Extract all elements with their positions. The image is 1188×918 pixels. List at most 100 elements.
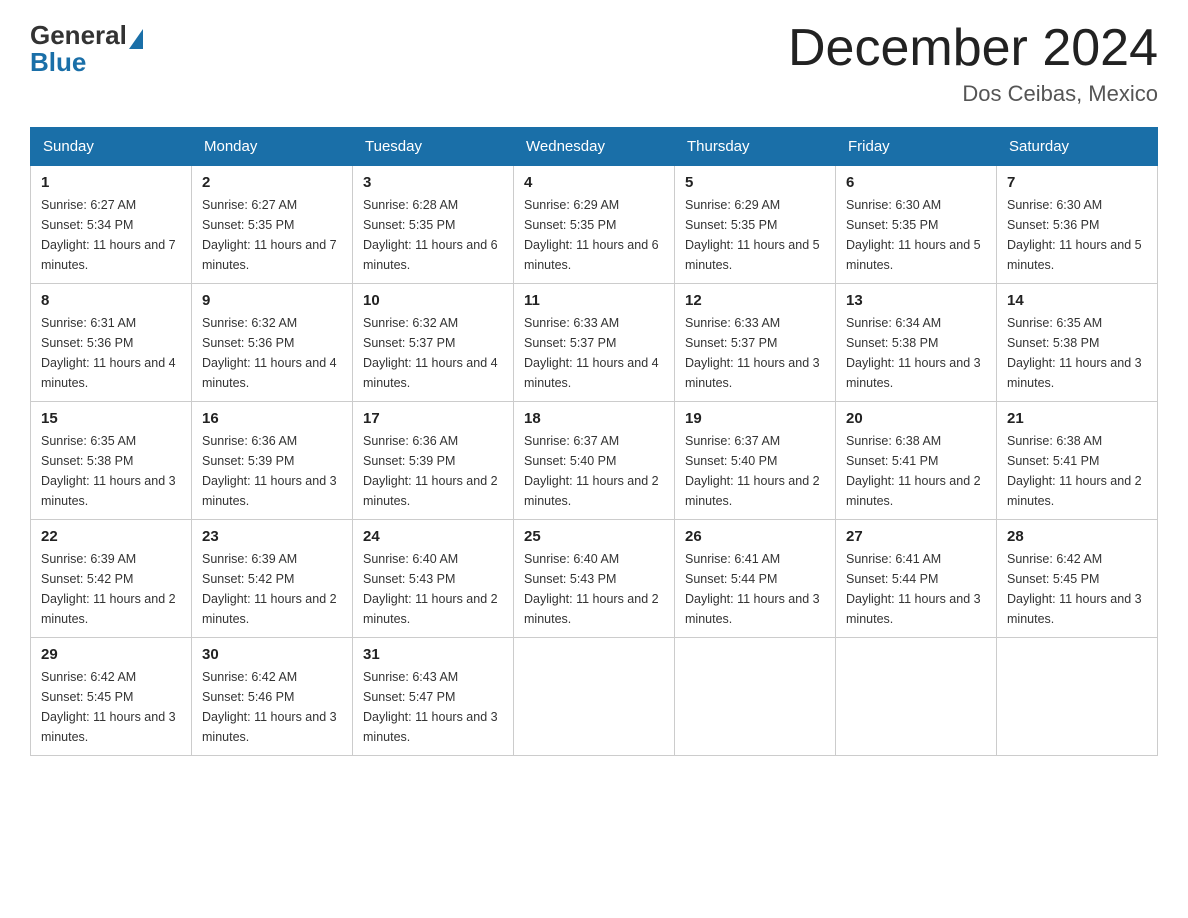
day-number: 14 xyxy=(1007,292,1147,309)
day-info: Sunrise: 6:33 AMSunset: 5:37 PMDaylight:… xyxy=(685,313,825,393)
day-info: Sunrise: 6:40 AMSunset: 5:43 PMDaylight:… xyxy=(363,549,503,629)
day-number: 3 xyxy=(363,174,503,191)
calendar-cell: 12 Sunrise: 6:33 AMSunset: 5:37 PMDaylig… xyxy=(675,284,836,402)
day-info: Sunrise: 6:38 AMSunset: 5:41 PMDaylight:… xyxy=(1007,431,1147,511)
calendar-cell: 22 Sunrise: 6:39 AMSunset: 5:42 PMDaylig… xyxy=(31,520,192,638)
calendar-cell: 5 Sunrise: 6:29 AMSunset: 5:35 PMDayligh… xyxy=(675,166,836,284)
calendar-header-thursday: Thursday xyxy=(675,128,836,166)
calendar-cell xyxy=(836,638,997,756)
day-number: 5 xyxy=(685,174,825,191)
calendar-cell xyxy=(997,638,1158,756)
day-info: Sunrise: 6:39 AMSunset: 5:42 PMDaylight:… xyxy=(41,549,181,629)
day-number: 8 xyxy=(41,292,181,309)
calendar-week-row-3: 15 Sunrise: 6:35 AMSunset: 5:38 PMDaylig… xyxy=(31,402,1158,520)
day-info: Sunrise: 6:33 AMSunset: 5:37 PMDaylight:… xyxy=(524,313,664,393)
calendar-week-row-1: 1 Sunrise: 6:27 AMSunset: 5:34 PMDayligh… xyxy=(31,166,1158,284)
day-number: 10 xyxy=(363,292,503,309)
day-number: 22 xyxy=(41,528,181,545)
day-info: Sunrise: 6:32 AMSunset: 5:37 PMDaylight:… xyxy=(363,313,503,393)
day-info: Sunrise: 6:40 AMSunset: 5:43 PMDaylight:… xyxy=(524,549,664,629)
calendar-week-row-2: 8 Sunrise: 6:31 AMSunset: 5:36 PMDayligh… xyxy=(31,284,1158,402)
day-number: 6 xyxy=(846,174,986,191)
day-info: Sunrise: 6:30 AMSunset: 5:36 PMDaylight:… xyxy=(1007,195,1147,275)
calendar-title: December 2024 xyxy=(788,20,1158,77)
calendar-cell: 29 Sunrise: 6:42 AMSunset: 5:45 PMDaylig… xyxy=(31,638,192,756)
day-info: Sunrise: 6:42 AMSunset: 5:45 PMDaylight:… xyxy=(41,667,181,747)
title-section: December 2024 Dos Ceibas, Mexico xyxy=(788,20,1158,107)
day-number: 24 xyxy=(363,528,503,545)
day-info: Sunrise: 6:41 AMSunset: 5:44 PMDaylight:… xyxy=(846,549,986,629)
day-number: 31 xyxy=(363,646,503,663)
day-info: Sunrise: 6:36 AMSunset: 5:39 PMDaylight:… xyxy=(202,431,342,511)
calendar-header-row: SundayMondayTuesdayWednesdayThursdayFrid… xyxy=(31,128,1158,166)
day-info: Sunrise: 6:28 AMSunset: 5:35 PMDaylight:… xyxy=(363,195,503,275)
calendar-cell: 19 Sunrise: 6:37 AMSunset: 5:40 PMDaylig… xyxy=(675,402,836,520)
day-info: Sunrise: 6:34 AMSunset: 5:38 PMDaylight:… xyxy=(846,313,986,393)
calendar-cell: 10 Sunrise: 6:32 AMSunset: 5:37 PMDaylig… xyxy=(353,284,514,402)
calendar-cell: 7 Sunrise: 6:30 AMSunset: 5:36 PMDayligh… xyxy=(997,166,1158,284)
calendar-cell: 24 Sunrise: 6:40 AMSunset: 5:43 PMDaylig… xyxy=(353,520,514,638)
day-number: 28 xyxy=(1007,528,1147,545)
calendar-week-row-5: 29 Sunrise: 6:42 AMSunset: 5:45 PMDaylig… xyxy=(31,638,1158,756)
day-number: 11 xyxy=(524,292,664,309)
day-number: 19 xyxy=(685,410,825,427)
calendar-header-tuesday: Tuesday xyxy=(353,128,514,166)
calendar-cell: 30 Sunrise: 6:42 AMSunset: 5:46 PMDaylig… xyxy=(192,638,353,756)
calendar-cell: 27 Sunrise: 6:41 AMSunset: 5:44 PMDaylig… xyxy=(836,520,997,638)
calendar-cell xyxy=(675,638,836,756)
calendar-cell: 15 Sunrise: 6:35 AMSunset: 5:38 PMDaylig… xyxy=(31,402,192,520)
day-number: 4 xyxy=(524,174,664,191)
day-number: 26 xyxy=(685,528,825,545)
calendar-header-friday: Friday xyxy=(836,128,997,166)
day-number: 23 xyxy=(202,528,342,545)
day-info: Sunrise: 6:43 AMSunset: 5:47 PMDaylight:… xyxy=(363,667,503,747)
calendar-header-sunday: Sunday xyxy=(31,128,192,166)
day-info: Sunrise: 6:27 AMSunset: 5:34 PMDaylight:… xyxy=(41,195,181,275)
day-number: 18 xyxy=(524,410,664,427)
page-header: General Blue December 2024 Dos Ceibas, M… xyxy=(30,20,1158,107)
calendar-cell: 6 Sunrise: 6:30 AMSunset: 5:35 PMDayligh… xyxy=(836,166,997,284)
calendar-cell: 14 Sunrise: 6:35 AMSunset: 5:38 PMDaylig… xyxy=(997,284,1158,402)
day-info: Sunrise: 6:36 AMSunset: 5:39 PMDaylight:… xyxy=(363,431,503,511)
day-number: 13 xyxy=(846,292,986,309)
calendar-cell: 3 Sunrise: 6:28 AMSunset: 5:35 PMDayligh… xyxy=(353,166,514,284)
calendar-cell: 13 Sunrise: 6:34 AMSunset: 5:38 PMDaylig… xyxy=(836,284,997,402)
day-info: Sunrise: 6:41 AMSunset: 5:44 PMDaylight:… xyxy=(685,549,825,629)
calendar-cell: 2 Sunrise: 6:27 AMSunset: 5:35 PMDayligh… xyxy=(192,166,353,284)
day-number: 1 xyxy=(41,174,181,191)
calendar-cell: 21 Sunrise: 6:38 AMSunset: 5:41 PMDaylig… xyxy=(997,402,1158,520)
day-number: 7 xyxy=(1007,174,1147,191)
calendar-cell: 25 Sunrise: 6:40 AMSunset: 5:43 PMDaylig… xyxy=(514,520,675,638)
calendar-cell: 17 Sunrise: 6:36 AMSunset: 5:39 PMDaylig… xyxy=(353,402,514,520)
calendar-table: SundayMondayTuesdayWednesdayThursdayFrid… xyxy=(30,127,1158,756)
calendar-cell: 23 Sunrise: 6:39 AMSunset: 5:42 PMDaylig… xyxy=(192,520,353,638)
day-info: Sunrise: 6:37 AMSunset: 5:40 PMDaylight:… xyxy=(685,431,825,511)
day-info: Sunrise: 6:37 AMSunset: 5:40 PMDaylight:… xyxy=(524,431,664,511)
calendar-week-row-4: 22 Sunrise: 6:39 AMSunset: 5:42 PMDaylig… xyxy=(31,520,1158,638)
day-info: Sunrise: 6:29 AMSunset: 5:35 PMDaylight:… xyxy=(685,195,825,275)
day-info: Sunrise: 6:38 AMSunset: 5:41 PMDaylight:… xyxy=(846,431,986,511)
day-info: Sunrise: 6:32 AMSunset: 5:36 PMDaylight:… xyxy=(202,313,342,393)
calendar-cell: 20 Sunrise: 6:38 AMSunset: 5:41 PMDaylig… xyxy=(836,402,997,520)
day-number: 16 xyxy=(202,410,342,427)
day-number: 25 xyxy=(524,528,664,545)
calendar-cell: 31 Sunrise: 6:43 AMSunset: 5:47 PMDaylig… xyxy=(353,638,514,756)
calendar-header-saturday: Saturday xyxy=(997,128,1158,166)
logo-triangle-icon xyxy=(129,29,143,49)
day-info: Sunrise: 6:35 AMSunset: 5:38 PMDaylight:… xyxy=(41,431,181,511)
calendar-cell xyxy=(514,638,675,756)
day-number: 12 xyxy=(685,292,825,309)
calendar-cell: 11 Sunrise: 6:33 AMSunset: 5:37 PMDaylig… xyxy=(514,284,675,402)
day-number: 29 xyxy=(41,646,181,663)
day-info: Sunrise: 6:29 AMSunset: 5:35 PMDaylight:… xyxy=(524,195,664,275)
day-number: 17 xyxy=(363,410,503,427)
calendar-cell: 4 Sunrise: 6:29 AMSunset: 5:35 PMDayligh… xyxy=(514,166,675,284)
day-info: Sunrise: 6:27 AMSunset: 5:35 PMDaylight:… xyxy=(202,195,342,275)
day-number: 15 xyxy=(41,410,181,427)
day-number: 30 xyxy=(202,646,342,663)
calendar-cell: 16 Sunrise: 6:36 AMSunset: 5:39 PMDaylig… xyxy=(192,402,353,520)
day-number: 9 xyxy=(202,292,342,309)
calendar-header-wednesday: Wednesday xyxy=(514,128,675,166)
day-info: Sunrise: 6:39 AMSunset: 5:42 PMDaylight:… xyxy=(202,549,342,629)
day-info: Sunrise: 6:31 AMSunset: 5:36 PMDaylight:… xyxy=(41,313,181,393)
